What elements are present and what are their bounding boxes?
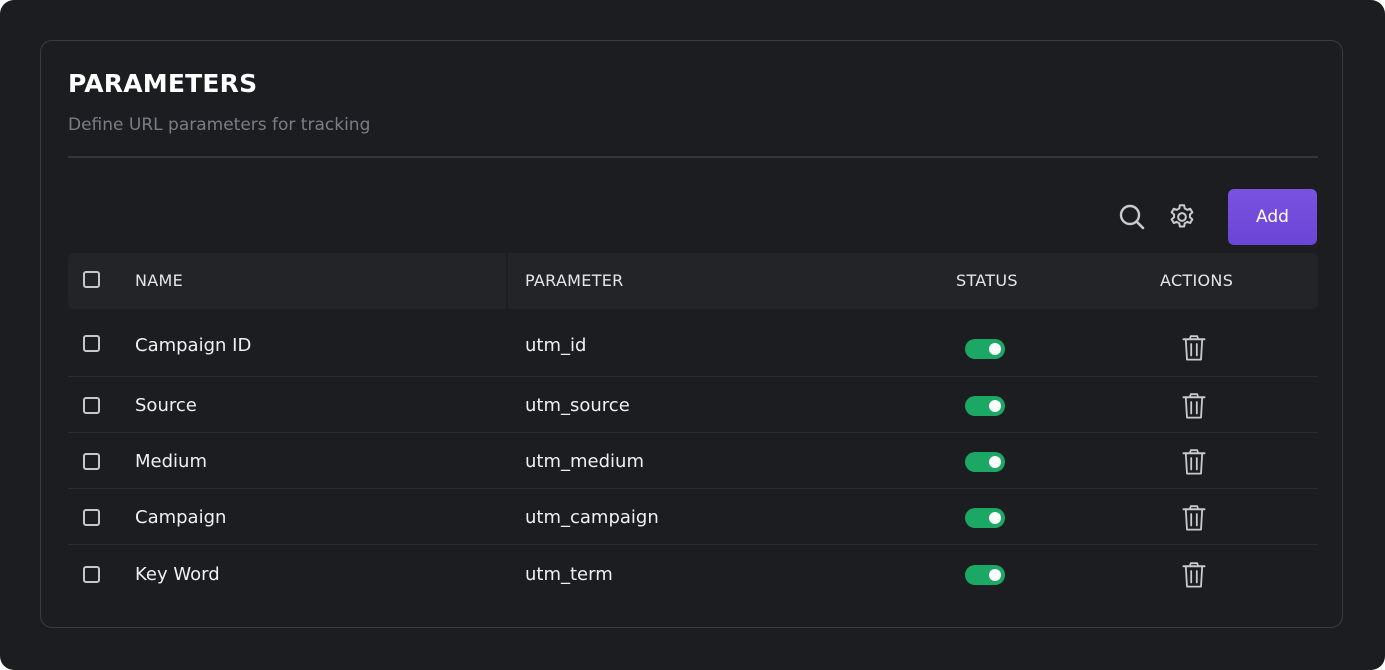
table-row: Campaign utm_campaign bbox=[68, 489, 1318, 545]
row-parameter: utm_medium bbox=[525, 451, 644, 472]
header-divider bbox=[68, 156, 1318, 158]
gear-icon bbox=[1170, 204, 1194, 228]
row-checkbox[interactable] bbox=[83, 509, 100, 526]
column-header-parameter[interactable]: PARAMETER bbox=[525, 253, 624, 309]
parameters-card: PARAMETERS Define URL parameters for tra… bbox=[40, 40, 1343, 628]
toggle-knob bbox=[989, 512, 1001, 524]
status-toggle[interactable] bbox=[965, 339, 1005, 359]
page-subtitle: Define URL parameters for tracking bbox=[68, 115, 371, 135]
status-toggle[interactable] bbox=[965, 396, 1005, 416]
status-toggle[interactable] bbox=[965, 452, 1005, 472]
trash-icon bbox=[1182, 393, 1206, 419]
table-row: Campaign ID utm_id bbox=[68, 321, 1318, 377]
trash-icon bbox=[1182, 335, 1206, 361]
trash-icon bbox=[1182, 562, 1206, 588]
row-checkbox[interactable] bbox=[83, 566, 100, 583]
toggle-knob bbox=[989, 456, 1001, 468]
page-title: PARAMETERS bbox=[68, 69, 258, 98]
status-toggle[interactable] bbox=[965, 508, 1005, 528]
row-checkbox[interactable] bbox=[83, 335, 100, 352]
toggle-knob bbox=[989, 400, 1001, 412]
select-all-checkbox[interactable] bbox=[83, 271, 100, 288]
row-name: Medium bbox=[135, 451, 207, 472]
table-row: Key Word utm_term bbox=[68, 545, 1318, 601]
trash-icon bbox=[1182, 505, 1206, 531]
column-header-actions: ACTIONS bbox=[1160, 271, 1234, 290]
delete-button[interactable] bbox=[1180, 504, 1208, 532]
delete-button[interactable] bbox=[1180, 561, 1208, 589]
column-header-name[interactable]: NAME bbox=[135, 253, 183, 309]
delete-button[interactable] bbox=[1180, 334, 1208, 362]
row-checkbox[interactable] bbox=[83, 397, 100, 414]
delete-button[interactable] bbox=[1180, 392, 1208, 420]
column-separator bbox=[506, 253, 508, 309]
row-name: Campaign bbox=[135, 507, 227, 528]
row-parameter: utm_id bbox=[525, 335, 587, 356]
toggle-knob bbox=[989, 343, 1001, 355]
search-button[interactable] bbox=[1116, 201, 1148, 233]
trash-icon bbox=[1182, 449, 1206, 475]
row-parameter: utm_term bbox=[525, 564, 613, 585]
row-name: Campaign ID bbox=[135, 335, 252, 356]
row-name: Source bbox=[135, 395, 197, 416]
search-icon bbox=[1119, 204, 1145, 230]
row-parameter: utm_source bbox=[525, 395, 630, 416]
app-window: PARAMETERS Define URL parameters for tra… bbox=[0, 0, 1385, 670]
row-name: Key Word bbox=[135, 564, 220, 585]
settings-button[interactable] bbox=[1166, 201, 1198, 233]
delete-button[interactable] bbox=[1180, 448, 1208, 476]
toggle-knob bbox=[989, 569, 1001, 581]
table-row: Source utm_source bbox=[68, 377, 1318, 433]
row-parameter: utm_campaign bbox=[525, 507, 659, 528]
status-toggle[interactable] bbox=[965, 565, 1005, 585]
table-header: NAME PARAMETER STATUS ACTIONS bbox=[68, 253, 1318, 309]
column-header-status[interactable]: STATUS bbox=[956, 253, 1018, 309]
table-row: Medium utm_medium bbox=[68, 433, 1318, 489]
add-button[interactable]: Add bbox=[1228, 189, 1317, 245]
row-checkbox[interactable] bbox=[83, 453, 100, 470]
